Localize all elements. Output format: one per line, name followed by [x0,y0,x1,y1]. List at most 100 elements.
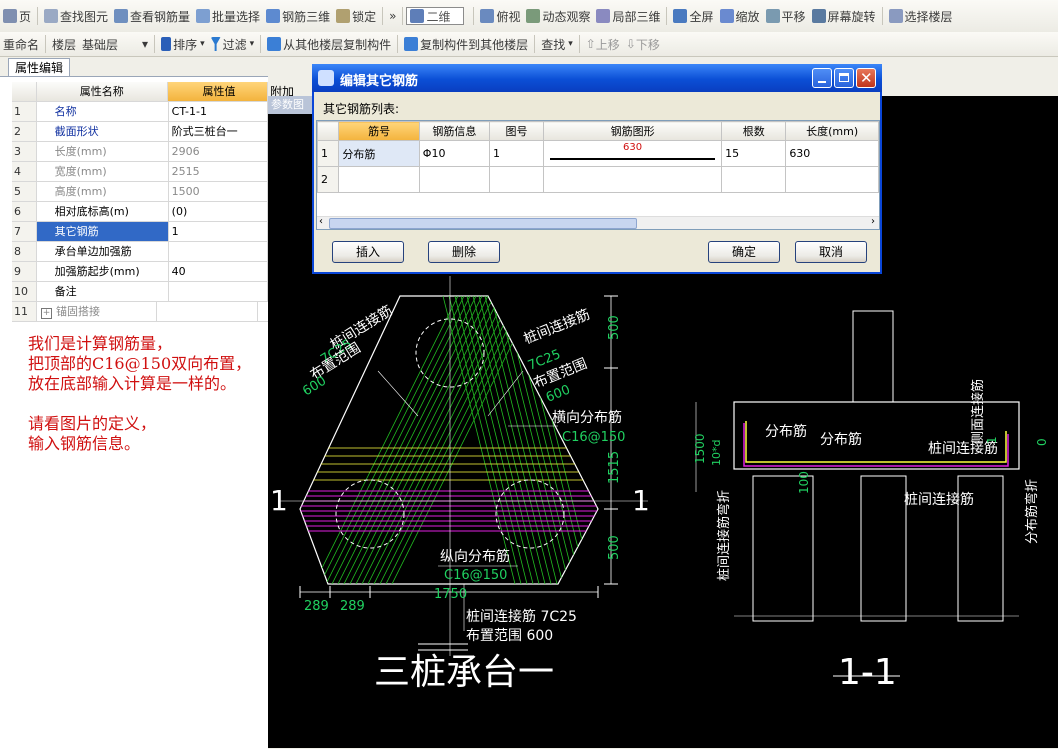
move-up-button[interactable]: ⇧ 上移 [583,33,623,55]
minimize-icon[interactable] [812,68,832,88]
property-value[interactable]: 2515 [168,162,268,181]
cell-figure-no[interactable]: 1 [489,140,544,167]
property-value[interactable]: 2906 [168,142,268,161]
rebar-line [385,296,547,584]
header-value: 属性值 [167,82,268,101]
property-value[interactable]: 40 [168,262,268,281]
property-value[interactable]: 1500 [168,182,268,201]
copy-to-floor-button[interactable]: 复制构件到其他楼层 [401,33,531,55]
copy-from-floor-button[interactable]: 从其他楼层复制构件 [264,33,394,55]
cell-rebar-shape[interactable] [542,166,723,193]
move-down-button[interactable]: ⇩ 下移 [623,33,663,55]
label-dist-1: 分布筋 [765,423,807,440]
property-row[interactable]: 7 其它钢筋 1 [12,222,268,242]
row-index: 5 [12,182,37,201]
insert-button[interactable]: 插入 [332,241,404,263]
property-row[interactable]: 1 名称 CT-1-1 [12,102,268,122]
pan-button[interactable]: 平移 [763,5,809,27]
col-rebar-shape: 钢筋图形 [542,121,723,141]
rebar-3d-icon [266,9,281,23]
find-element-icon [44,9,59,23]
top-view-button[interactable]: 俯视 [477,5,523,27]
rotate-screen-button[interactable]: 屏幕旋转 [809,5,879,27]
label-pile-conn-right: 桩间连接筋 [521,306,592,348]
horizontal-scrollbar[interactable]: ‹ › [317,216,879,229]
rebar-line [373,296,535,584]
floor-dropdown-icon[interactable]: ▾ [139,33,151,55]
local-3d-button[interactable]: 局部三维 [593,5,663,27]
instruction-note: 我们是计算钢筋量， 把顶部的C16@150双向布置， 放在底部输入计算是一样的。… [28,334,252,453]
cell-count[interactable] [721,166,787,193]
cancel-button[interactable]: 取消 [795,241,867,263]
more-button[interactable]: » [386,5,399,27]
property-row[interactable]: 11 + 锚固搭接 [12,302,268,322]
property-name: 相对底标高(m) [37,202,169,221]
property-row[interactable]: 8 承台单边加强筋 [12,242,268,262]
table-row[interactable]: 2 [317,166,879,193]
floor-select[interactable]: 基础层 [79,33,139,55]
rebar-3d-button[interactable]: 钢筋三维 [263,5,333,27]
property-row[interactable]: 5 高度(mm) 1500 [12,182,268,202]
ok-button[interactable]: 确定 [708,241,780,263]
sort-label: 排序 [173,37,198,52]
property-name: 名称 [37,102,169,121]
property-value[interactable]: 阶式三桩台一 [168,122,268,141]
property-value[interactable] [168,282,268,301]
find-element-button[interactable]: 查找图元 [41,5,111,27]
rebar-shape-line [550,158,716,160]
property-row[interactable]: 4 宽度(mm) 2515 [12,162,268,182]
scroll-right-icon[interactable]: › [871,216,875,227]
orbit-button[interactable]: 动态观察 [523,5,593,27]
lock-button[interactable]: 锁定 [333,5,379,27]
cell-rebar-name[interactable]: 分布筋 [338,140,420,167]
cell-rebar-info[interactable] [418,166,491,193]
cell-length[interactable] [785,166,879,193]
cell-rebar-info[interactable]: Φ10 [418,140,491,167]
cell-length[interactable]: 630 [785,140,879,167]
rebar-list-label: 其它钢筋列表: [323,102,400,116]
property-row[interactable]: 10 备注 [12,282,268,302]
label-horiz-dist: 横向分布筋 [552,409,622,426]
property-name: 高度(mm) [37,182,169,201]
property-row[interactable]: 2 截面形状 阶式三桩台一 [12,122,268,142]
toolbar-label: 钢筋三维 [282,9,331,24]
sort-button[interactable]: 排序 ▾ [158,33,208,55]
cell-figure-no[interactable] [489,166,544,193]
fullscreen-button[interactable]: 全屏 [670,5,716,27]
find-button[interactable]: 查找 ▾ [538,33,576,55]
property-value[interactable] [157,302,258,321]
cell-rebar-name[interactable] [338,166,420,193]
property-value[interactable]: CT-1-1 [168,102,268,121]
close-icon[interactable]: ✕ [856,68,876,88]
filter-button[interactable]: 过滤 ▾ [208,33,258,55]
view-rebar-qty-button[interactable]: 查看钢筋量 [111,5,193,27]
property-row[interactable]: 3 长度(mm) 2906 [12,142,268,162]
cell-rebar-shape[interactable]: 630 [542,140,723,167]
property-row[interactable]: 9 加强筋起步(mm) 40 [12,262,268,282]
tab-property-edit[interactable]: 属性编辑 [8,58,70,77]
property-value[interactable]: 1 [168,222,268,241]
zoom-button[interactable]: 缩放 [717,5,763,27]
partial-button[interactable]: 页 [0,5,34,27]
fullscreen-icon [673,9,688,23]
rename-button[interactable]: 重命名 [0,33,42,55]
row-index: 6 [12,202,37,221]
scroll-thumb[interactable] [329,218,637,229]
property-row[interactable]: 6 相对底标高(m) (0) [12,202,268,222]
select-floor-button[interactable]: 选择楼层 [886,5,956,27]
batch-select-button[interactable]: 批量选择 [193,5,263,27]
table-row[interactable]: 1 分布筋 Φ10 1 630 15 630 [317,140,879,167]
delete-button[interactable]: 删除 [428,241,500,263]
toolbar-label: 批量选择 [212,9,261,24]
cell-count[interactable]: 15 [721,140,787,167]
maximize-icon[interactable] [834,68,854,88]
batch-select-icon [196,9,211,23]
dialog-titlebar[interactable]: 编辑其它钢筋 ✕ [312,64,882,92]
expand-icon[interactable]: + [41,308,52,319]
property-value[interactable] [168,242,268,261]
2d-button[interactable]: 二维 [406,7,465,25]
rebar-line [449,296,531,584]
scroll-left-icon[interactable]: ‹ [319,216,323,227]
property-value[interactable]: (0) [168,202,268,221]
sort-icon [161,37,172,51]
